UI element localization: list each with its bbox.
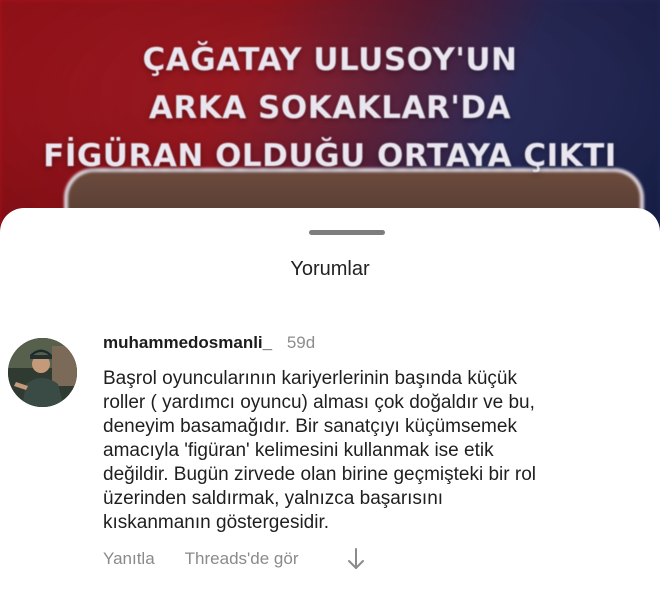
comment-text: Başrol oyuncularının kariyerlerinin başı… [103, 367, 623, 535]
headline-line: FİGÜRAN OLDUĞU ORTAYA ÇIKTI [43, 138, 617, 174]
comment-line: Başrol oyuncularının kariyerlerinin başı… [103, 368, 517, 389]
headline-line: ARKA SOKAKLAR'DA [148, 90, 512, 126]
background-headline: ÇAĞATAY ULUSOY'UN ARKA SOKAKLAR'DA FİGÜR… [0, 36, 660, 180]
arrow-down-icon[interactable] [346, 547, 366, 571]
reply-button[interactable]: Yanıtla [103, 549, 155, 569]
comment-line: amacıyla 'figüran' kelimesini kullanmak … [103, 440, 494, 461]
comment-line: değildir. Bugün zirvede olan birine geçm… [103, 464, 537, 485]
view-on-threads-button[interactable]: Threads'de gör [185, 549, 299, 569]
headline-line: ÇAĞATAY ULUSOY'UN [142, 42, 518, 78]
comment-header: muhammedosmanli_ 59d [103, 333, 315, 353]
background-post-image: ÇAĞATAY ULUSOY'UN ARKA SOKAKLAR'DA FİGÜR… [0, 0, 660, 240]
sheet-drag-handle[interactable] [309, 230, 385, 235]
comment-timestamp: 59d [286, 333, 316, 352]
comment-actions: Yanıtla Threads'de gör [103, 547, 366, 571]
comment-line: kıskanmanın göstergesidir. [103, 512, 330, 533]
comment-username[interactable]: muhammedosmanli_ [103, 333, 272, 352]
comment-line: üzerinden saldırmak, yalnızca başarısını [103, 488, 444, 509]
comments-sheet: Yorumlar muhammedosmanli_ 59d Başrol oyu… [0, 208, 660, 608]
sheet-title: Yorumlar [290, 258, 370, 280]
comment-line: roller ( yardımcı oyuncu) alması çok doğ… [103, 392, 535, 413]
avatar-photo [8, 338, 77, 407]
avatar[interactable] [8, 338, 77, 407]
comment-line: deneyim basamağıdır. Bir sanatçıyı küçüm… [103, 416, 517, 437]
